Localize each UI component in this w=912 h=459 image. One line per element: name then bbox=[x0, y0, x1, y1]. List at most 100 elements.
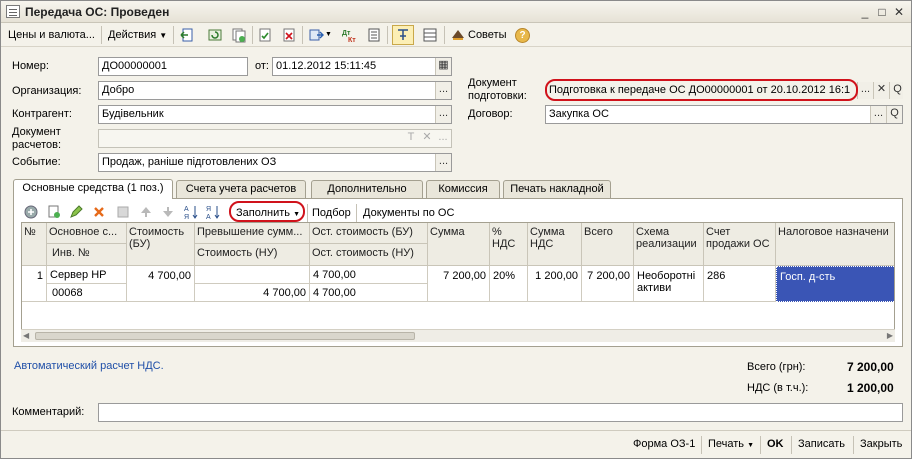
event-select-button[interactable]: ... bbox=[435, 154, 451, 171]
svg-text:Дт: Дт bbox=[342, 30, 351, 37]
scroll-right-icon[interactable]: ▶ bbox=[887, 331, 893, 340]
cell-excess[interactable] bbox=[195, 266, 310, 284]
chevron-down-icon: ▼ bbox=[159, 31, 168, 40]
payment-doc-select-button: ... bbox=[438, 131, 448, 143]
fixed-assets-table[interactable]: № Основное с... Инв. № Стоимость (БУ) Пр… bbox=[21, 222, 895, 342]
clear-icon: ✕ bbox=[422, 131, 432, 143]
col-header-sum[interactable]: Сумма bbox=[428, 223, 490, 266]
copy-document-icon[interactable] bbox=[231, 27, 247, 43]
cell-tax-selected[interactable]: Госп. д-сть bbox=[776, 266, 894, 302]
organization-field[interactable]: Добро ... bbox=[98, 81, 452, 100]
toolbar-separator bbox=[444, 26, 445, 44]
list-settings-icon[interactable] bbox=[422, 27, 438, 43]
cell-total[interactable]: 7 200,00 bbox=[582, 266, 634, 302]
prices-currency-button[interactable]: Цены и валюта... bbox=[8, 26, 95, 44]
dt-kt-icon[interactable]: ДтКт bbox=[342, 27, 358, 43]
ok-button[interactable]: OK bbox=[767, 438, 784, 450]
col-header-vat-pct[interactable]: % НДС bbox=[490, 223, 528, 266]
prep-doc-select-button[interactable]: ... bbox=[857, 82, 873, 99]
os-documents-button[interactable]: Документы по ОС bbox=[363, 204, 454, 222]
sort-descending-icon[interactable]: ЯА bbox=[205, 204, 221, 220]
chevron-down-icon[interactable]: ▼ bbox=[325, 26, 332, 44]
hierarchy-icon bbox=[398, 29, 408, 40]
contract-field[interactable]: Закупка ОС ... Q bbox=[545, 105, 903, 124]
col-header-num[interactable]: № bbox=[22, 223, 47, 266]
refresh-icon[interactable] bbox=[207, 27, 223, 43]
prep-doc-clear-icon[interactable]: ✕ bbox=[873, 82, 889, 99]
cell-inv[interactable]: 00068 bbox=[47, 284, 127, 302]
cell-cost-nu[interactable]: 4 700,00 bbox=[195, 284, 310, 302]
contract-search-icon[interactable]: Q bbox=[886, 106, 902, 123]
cell-sum[interactable]: 7 200,00 bbox=[428, 266, 490, 302]
col-header-account[interactable]: Счет продажи ОС bbox=[704, 223, 776, 266]
tab-additional[interactable]: Дополнительно bbox=[311, 180, 423, 199]
cell-vat-sum[interactable]: 1 200,00 bbox=[528, 266, 582, 302]
from-label: от: bbox=[255, 60, 269, 72]
scroll-thumb[interactable] bbox=[35, 332, 415, 340]
print-menu-button[interactable]: Печать ▼ bbox=[708, 438, 754, 450]
close-window-button[interactable]: ✕ bbox=[891, 4, 907, 20]
prev-document-icon[interactable] bbox=[179, 27, 195, 43]
based-on-icon[interactable] bbox=[308, 27, 324, 43]
move-down-icon bbox=[163, 207, 173, 217]
col-header-inv[interactable]: Инв. № bbox=[47, 244, 127, 266]
vat-value: 1 200,00 bbox=[847, 381, 894, 395]
cell-os[interactable]: Сервер HP bbox=[47, 266, 127, 284]
col-header-cost-nu[interactable]: Стоимость (НУ) bbox=[195, 244, 310, 266]
col-header-total[interactable]: Всего bbox=[582, 223, 634, 266]
col-header-rest-nu[interactable]: Ост. стоимость (НУ) bbox=[310, 244, 428, 266]
date-value: 01.12.2012 15:11:45 bbox=[276, 60, 377, 72]
tab-print-invoice[interactable]: Печать накладной bbox=[503, 180, 611, 199]
date-field[interactable]: 01.12.2012 15:11:45 ▦ bbox=[272, 57, 452, 76]
scroll-left-icon[interactable]: ◀ bbox=[23, 331, 29, 340]
help-icon[interactable]: ? bbox=[515, 28, 530, 43]
col-header-os[interactable]: Основное с... bbox=[47, 223, 127, 244]
print-form-button[interactable]: Форма ОЗ-1 bbox=[633, 438, 695, 450]
move-up-icon bbox=[141, 207, 151, 217]
cell-rest-nu[interactable]: 4 700,00 bbox=[310, 284, 428, 302]
col-header-rest-bu[interactable]: Ост. стоимость (БУ) bbox=[310, 223, 428, 244]
post-document-icon[interactable] bbox=[257, 27, 273, 43]
unpost-document-icon[interactable] bbox=[281, 27, 297, 43]
contract-select-button[interactable]: ... bbox=[870, 106, 886, 123]
select-button[interactable]: Подбор bbox=[312, 204, 351, 222]
cell-cost-bu[interactable]: 4 700,00 bbox=[127, 266, 195, 302]
tab-fixed-assets[interactable]: Основные средства (1 поз.) bbox=[13, 179, 173, 199]
cell-num[interactable]: 1 bbox=[22, 266, 47, 302]
advice-button[interactable]: Советы bbox=[468, 26, 506, 44]
add-row-icon[interactable] bbox=[23, 204, 39, 220]
prep-doc-search-icon[interactable]: Q bbox=[889, 82, 903, 99]
toolbar-separator bbox=[760, 436, 761, 454]
delete-row-icon[interactable] bbox=[91, 204, 107, 220]
event-field[interactable]: Продаж, раніше підготовлених ОЗ ... bbox=[98, 153, 452, 172]
col-header-tax[interactable]: Налоговое назначени bbox=[776, 223, 894, 266]
save-button[interactable]: Записать bbox=[798, 438, 845, 450]
number-field[interactable]: ДО00000001 bbox=[98, 57, 248, 76]
horizontal-scrollbar[interactable]: ◀ ▶ bbox=[21, 329, 895, 342]
maximize-button[interactable]: □ bbox=[874, 4, 890, 20]
edit-pencil-icon[interactable] bbox=[68, 204, 84, 220]
close-button[interactable]: Закрыть bbox=[860, 438, 902, 450]
comment-field[interactable] bbox=[98, 403, 903, 422]
auto-vat-link[interactable]: Автоматический расчет НДС. bbox=[14, 360, 164, 372]
col-header-cost-bu[interactable]: Стоимость (БУ) bbox=[127, 223, 195, 266]
col-header-vat-sum[interactable]: Сумма НДС bbox=[528, 223, 582, 266]
cell-vat-pct[interactable]: 20% bbox=[490, 266, 528, 302]
col-header-excess[interactable]: Превышение сумм... bbox=[195, 223, 310, 244]
report-icon[interactable] bbox=[366, 27, 382, 43]
sort-ascending-icon[interactable]: АЯ bbox=[183, 204, 199, 220]
counterparty-field[interactable]: Будівельник ... bbox=[98, 105, 452, 124]
calendar-icon[interactable]: ▦ bbox=[435, 58, 451, 75]
minimize-button[interactable]: _ bbox=[857, 4, 873, 20]
organization-select-button[interactable]: ... bbox=[435, 82, 451, 99]
tab-settlement-accounts[interactable]: Счета учета расчетов bbox=[176, 180, 306, 199]
cell-rest-bu[interactable]: 4 700,00 bbox=[310, 266, 428, 284]
copy-row-icon[interactable] bbox=[46, 204, 62, 220]
actions-menu-button[interactable]: Действия ▼ bbox=[108, 26, 167, 44]
cell-account[interactable]: 286 bbox=[704, 266, 776, 302]
counterparty-select-button[interactable]: ... bbox=[435, 106, 451, 123]
col-header-scheme[interactable]: Схема реализации bbox=[634, 223, 704, 266]
svg-text:Кт: Кт bbox=[348, 37, 356, 43]
cell-scheme[interactable]: Необоротні активи bbox=[634, 266, 704, 302]
tab-commission[interactable]: Комиссия bbox=[426, 180, 500, 199]
